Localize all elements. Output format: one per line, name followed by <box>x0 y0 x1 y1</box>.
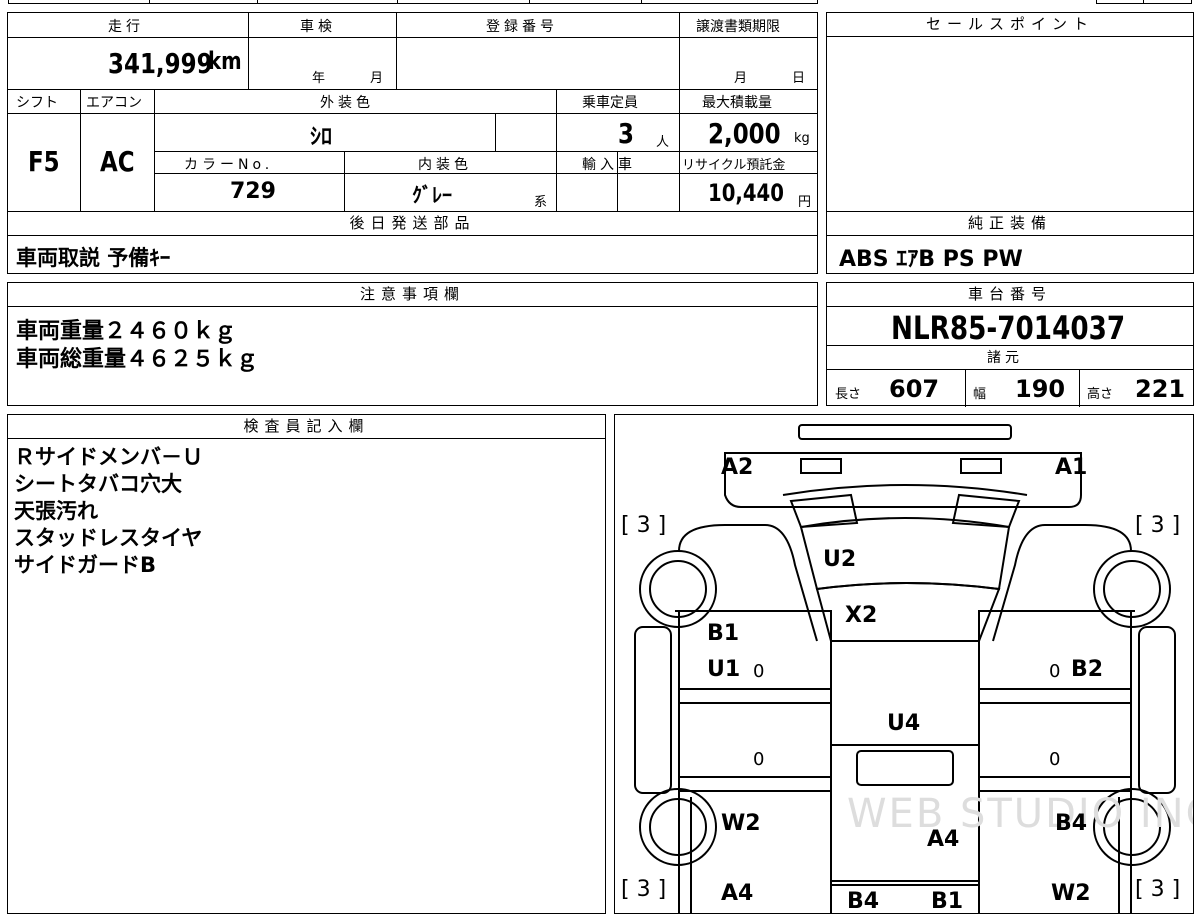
mark-x2: X2 <box>845 603 878 628</box>
length-value: 607 <box>889 375 940 403</box>
inspector-line-3: 天張汚れ <box>14 499 98 523</box>
mark-u4: U4 <box>887 711 921 736</box>
interior-color-suffix: 系 <box>534 195 548 210</box>
length-label: 長さ <box>835 387 862 402</box>
height-label: 高さ <box>1087 387 1114 402</box>
dimensions-label: 諸元 <box>987 350 1023 366</box>
notes-line-2: 車両総重量４６２５ｋｇ <box>16 347 259 372</box>
inspector-line-1: Ｒサイドメンバ－Ｕ <box>14 445 203 469</box>
top-strip <box>8 0 818 4</box>
chassis-label: 車台番号 <box>827 283 1193 307</box>
interior-color-label: 内装色 <box>418 157 472 173</box>
truck-outline <box>634 424 1176 913</box>
mark-w2-left: W2 <box>721 811 761 836</box>
zero-2: 0 <box>1049 661 1061 682</box>
inspection-label: 車検 <box>300 19 336 35</box>
tire-bottom-right: [ 3 ] <box>1135 877 1181 902</box>
inspector-line-2: シートタバコ穴大 <box>14 472 182 496</box>
transfer-deadline-label: 譲渡書類期限 <box>696 19 780 35</box>
mileage-value: 341,999 <box>108 47 213 80</box>
color-no-label: カラーNo. <box>184 157 274 173</box>
notes-box: 注意事項欄 車両重量２４６０ｋｇ 車両総重量４６２５ｋｇ <box>7 282 818 406</box>
deadline-day: 日 <box>792 71 806 86</box>
notes-label: 注意事項欄 <box>8 283 817 307</box>
mileage-unit: km <box>208 47 242 75</box>
tire-top-left: [ 3 ] <box>621 513 667 538</box>
max-load-label: 最大積載量 <box>702 95 772 111</box>
max-load-unit: kg <box>794 131 810 146</box>
sales-point-label: セールスポイント <box>827 13 1193 37</box>
chassis-box: 車台番号 NLR85-7014037 諸元 長さ 607 幅 190 高さ 22… <box>826 282 1194 407</box>
capacity-label: 乗車定員 <box>582 95 638 111</box>
max-load-value: 2,000 <box>708 117 781 150</box>
mark-b1: B1 <box>707 621 740 646</box>
mark-u1: U1 <box>707 657 741 682</box>
vehicle-diagram: WEB STUDIO INC A2 A1 [ 3 ] [ 3 ] U2 X2 B… <box>614 414 1194 914</box>
later-parts-box: 後日発送部品 車両取説 予備ｷｰ <box>7 211 818 274</box>
mark-a4-left: A4 <box>721 881 754 906</box>
watermark: WEB STUDIO INC <box>847 791 1194 837</box>
top-strip-right <box>1096 0 1192 4</box>
tire-top-right: [ 3 ] <box>1135 513 1181 538</box>
inspector-box: 検査員記入欄 Ｒサイドメンバ－Ｕ シートタバコ穴大 天張汚れ スタッドレスタイヤ… <box>7 414 606 914</box>
tire-bottom-left: [ 3 ] <box>621 877 667 902</box>
mark-w2-right: W2 <box>1051 881 1091 906</box>
standard-equipment-box: 純正装備 ABS ｴｱB PS PW <box>826 211 1194 274</box>
header-block: 走行 車検 登録番号 譲渡書類期限 341,999 km 年 月 月 日 シフト… <box>7 12 818 213</box>
aircon-label: エアコン <box>86 95 142 111</box>
capacity-unit: 人 <box>656 135 670 150</box>
mark-b4-bottom: B4 <box>847 889 880 914</box>
exterior-color-value: ｼﾛ <box>310 125 333 150</box>
standard-equipment-text: ABS ｴｱB PS PW <box>839 247 1023 272</box>
mark-a4-center: A4 <box>927 827 960 852</box>
import-label: 輸入車 <box>582 157 636 173</box>
height-value: 221 <box>1135 375 1186 403</box>
mark-b4-right: B4 <box>1055 811 1088 836</box>
interior-color-value: ｸﾞﾚｰ <box>412 183 452 207</box>
month-unit: 月 <box>370 71 384 86</box>
recycle-value: 10,440 <box>708 179 784 207</box>
shift-label: シフト <box>16 95 58 111</box>
mileage-label: 走行 <box>108 19 144 35</box>
aircon-value: AC <box>100 145 135 178</box>
shift-value: F5 <box>28 145 60 178</box>
zero-4: 0 <box>1049 749 1061 770</box>
width-value: 190 <box>1015 375 1066 403</box>
mark-b2: B2 <box>1071 657 1104 682</box>
recycle-label: リサイクル預託金 <box>682 158 786 173</box>
zero-3: 0 <box>753 749 765 770</box>
width-label: 幅 <box>973 387 987 402</box>
color-no-value: 729 <box>230 179 276 204</box>
deadline-month: 月 <box>734 71 748 86</box>
recycle-unit: 円 <box>798 195 812 210</box>
later-parts-text: 車両取説 予備ｷｰ <box>16 246 171 270</box>
zero-1: 0 <box>753 661 765 682</box>
standard-equipment-label: 純正装備 <box>827 212 1193 236</box>
registration-label: 登録番号 <box>486 19 558 35</box>
later-parts-label: 後日発送部品 <box>8 212 817 236</box>
mark-b1-bottom: B1 <box>931 889 964 914</box>
mark-u2: U2 <box>823 547 857 572</box>
exterior-color-label: 外装色 <box>320 95 374 111</box>
sales-point-box: セールスポイント <box>826 12 1194 212</box>
inspector-label: 検査員記入欄 <box>8 415 605 439</box>
mark-a2: A2 <box>721 455 754 480</box>
chassis-value: NLR85-7014037 <box>891 309 1126 347</box>
year-unit: 年 <box>312 71 326 86</box>
mark-a1: A1 <box>1055 455 1088 480</box>
capacity-value: 3 <box>618 117 634 150</box>
inspector-line-4: スタッドレスタイヤ <box>14 526 203 550</box>
inspector-line-5: サイドガードB <box>14 553 157 577</box>
